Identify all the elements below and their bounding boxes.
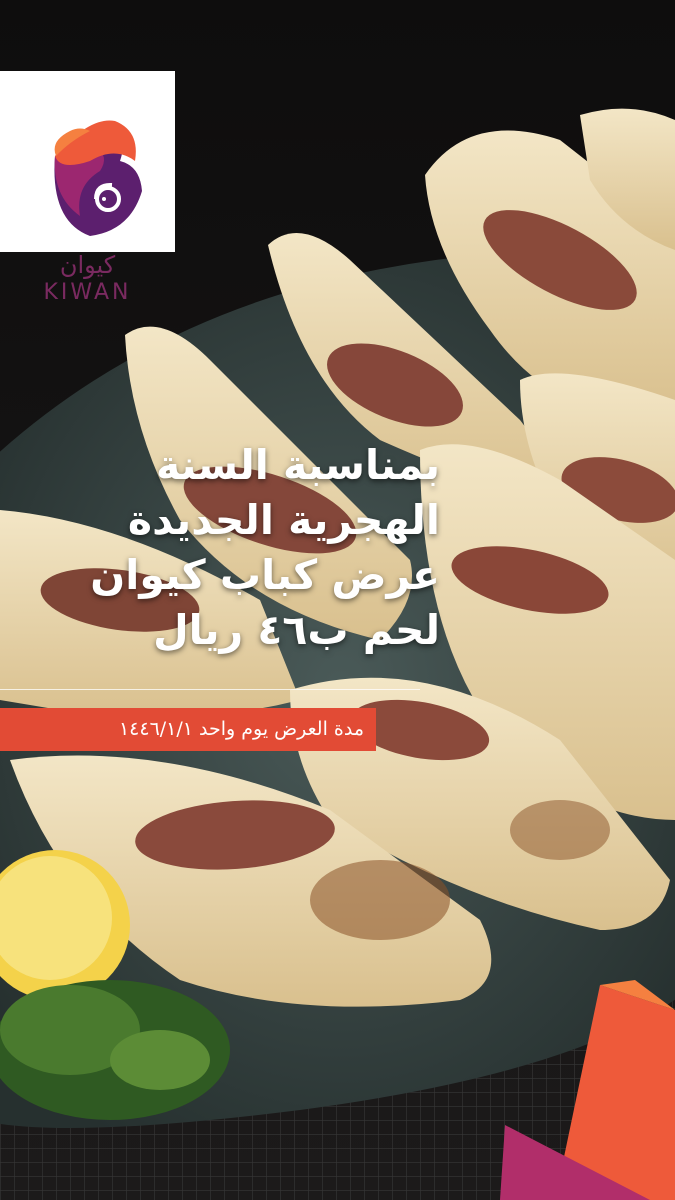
offer-headline: بمناسبة السنة الهجرية الجديدة عرض كباب ك… [30,438,440,658]
headline-line-1: بمناسبة السنة [156,441,440,489]
offer-duration-text: مدة العرض يوم واحد ١٤٤٦/١/١ [118,718,364,740]
brand-name-english: KIWAN [43,280,132,305]
headline-line-3: عرض كباب كيوان [90,551,440,599]
brand-name-arabic: كيوان [59,251,116,279]
offer-duration-banner: مدة العرض يوم واحد ١٤٤٦/١/١ [0,708,376,751]
headline-line-2: الهجرية الجديدة [127,496,440,544]
divider-line [0,689,420,690]
headline-line-4: لحم ب٤٦ ريال [153,606,440,654]
brand-logo: كيوان KIWAN [0,71,175,305]
ram-logo-icon [54,120,142,236]
promo-poster: كيوان KIWAN بمناسبة السنة الهجرية الجديد… [0,0,675,1200]
